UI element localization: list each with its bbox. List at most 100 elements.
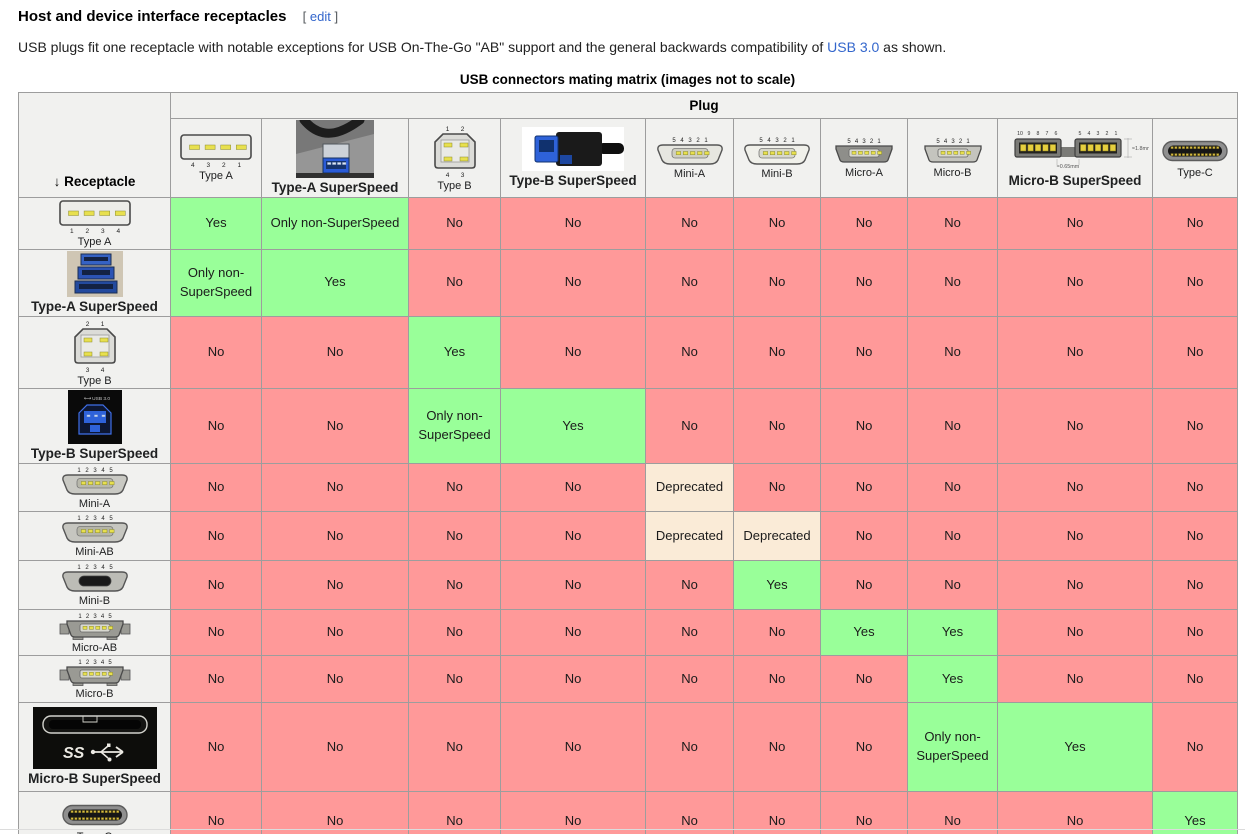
matrix-cell: Yes [998,703,1153,792]
svg-text:⟷ USB 3.0: ⟷ USB 3.0 [83,396,109,402]
type-b-superspeed-receptacle-image[interactable]: ⟷ USB 3.0 Type-B SuperSpeed [21,390,168,462]
type-a-plug-image[interactable]: 4321Type A [173,133,259,183]
svg-text:4: 4 [101,468,105,474]
table-caption: USB connectors mating matrix (images not… [18,72,1237,87]
svg-text:5: 5 [672,138,676,144]
type-a-superspeed-receptacle-image[interactable]: Type-A SuperSpeed [21,251,168,315]
intro-text-after: as shown. [883,39,946,55]
usb3-link[interactable]: USB 3.0 [827,39,879,55]
column-header-type-a-superspeed: Type-A SuperSpeed [262,119,409,198]
matrix-cell: No [262,512,409,561]
svg-text:3: 3 [93,614,97,620]
svg-text:3: 3 [460,172,464,179]
svg-text:2: 2 [85,228,89,235]
column-header-mini-a: 54321 Mini-A [646,119,734,198]
svg-text:5: 5 [847,139,851,145]
edit-link[interactable]: edit [310,9,331,24]
svg-text:1: 1 [100,321,104,328]
svg-text:1: 1 [77,516,81,522]
svg-text:2: 2 [85,660,89,666]
mating-table: ↓ Receptacle Plug 4321Type A Type-A Supe… [18,92,1238,834]
svg-text:1: 1 [1115,131,1118,137]
micro-b-receptacle-image[interactable]: 12345 Micro-B [21,657,168,701]
type-b-receptacle-label: Type B [77,375,111,388]
matrix-cell: No [908,512,998,561]
matrix-cell: No [409,703,501,792]
mini-a-receptacle-image[interactable]: 12345 Mini-A [21,465,168,511]
matrix-cell: No [171,703,262,792]
svg-text:2: 2 [958,139,962,145]
section-heading: Host and device interface receptacles [ … [18,8,1237,25]
matrix-cell: No [908,250,998,317]
svg-text:3: 3 [93,660,97,666]
row-header-type-b: 21 34Type B [19,316,171,389]
intro-paragraph: USB plugs fit one receptacle with notabl… [18,39,1237,55]
micro-b-plug-image[interactable]: 54321 Micro-B [910,136,995,180]
matrix-cell: No [409,792,501,834]
matrix-cell: Only non-SuperSpeed [171,250,262,317]
matrix-cell: No [1153,316,1238,389]
svg-text:4: 4 [191,162,195,169]
svg-text:2: 2 [85,614,89,620]
svg-text:4: 4 [680,138,684,144]
row-header-mini-ab: 12345 Mini-AB [19,512,171,561]
wiki-page: Host and device interface receptacles [ … [0,0,1245,834]
column-header-type-b: 12 43Type B [409,119,501,198]
type-a-receptacle-image[interactable]: 1234Type A [21,199,168,249]
row-header-mini-a: 12345 Mini-A [19,463,171,512]
svg-text:4: 4 [855,139,859,145]
matrix-cell: No [646,561,734,610]
matrix-cell: No [171,792,262,834]
type-b-superspeed-plug-image[interactable]: Type-B SuperSpeed [503,127,643,189]
micro-a-plug-image[interactable]: 54321 Micro-A [823,136,905,180]
micro-ab-receptacle-image[interactable]: 12345 Micro-AB [21,611,168,655]
matrix-cell: No [646,792,734,834]
matrix-cell: Deprecated [646,512,734,561]
row-header-type-a-superspeed: Type-A SuperSpeed [19,250,171,317]
article-content: Host and device interface receptacles [ … [0,0,1245,834]
type-a-superspeed-plug-image[interactable]: Type-A SuperSpeed [264,120,406,196]
type-a-superspeed-receptacle-label: Type-A SuperSpeed [31,299,158,315]
svg-text:1: 1 [877,139,881,145]
matrix-cell: No [998,197,1153,250]
svg-text:4: 4 [445,172,449,179]
column-header-mini-b: 54321 Mini-B [734,119,821,198]
matrix-cell: No [998,389,1153,464]
svg-text:6: 6 [1055,131,1058,137]
matrix-cell: No [908,389,998,464]
mini-b-receptacle-image[interactable]: 12345 Mini-B [21,562,168,608]
matrix-cell: No [409,250,501,317]
svg-text:1: 1 [78,614,82,620]
matrix-cell: No [409,197,501,250]
svg-text:4: 4 [100,660,104,666]
micro-b-plug-label: Micro-B [934,167,972,180]
mini-b-plug-image[interactable]: 54321 Mini-B [736,135,818,181]
mini-a-plug-image[interactable]: 54321 Mini-A [648,135,731,181]
matrix-cell: No [1153,609,1238,656]
matrix-cell: No [821,512,908,561]
matrix-cell: No [998,792,1153,834]
mini-ab-receptacle-image[interactable]: 12345 Mini-AB [21,513,168,559]
matrix-cell: No [734,197,821,250]
matrix-cell: No [908,561,998,610]
plug-axis-header: Plug [171,93,1238,119]
matrix-cell: No [1153,703,1238,792]
matrix-cell: No [998,609,1153,656]
svg-text:2: 2 [85,565,89,571]
svg-text:5: 5 [109,565,113,571]
svg-text:5: 5 [936,139,940,145]
matrix-cell: No [171,463,262,512]
micro-b-receptacle-label: Micro-B [76,688,114,701]
micro-b-superspeed-receptacle-image[interactable]: SS Micro-B SuperSpeed [21,707,168,787]
type-b-receptacle-image[interactable]: 21 34Type B [21,318,168,388]
mini-ab-receptacle-label: Mini-AB [75,546,114,559]
type-b-plug-image[interactable]: 12 43Type B [411,123,498,193]
svg-text:3: 3 [206,162,210,169]
micro-b-superspeed-plug-image[interactable]: 10987654321 ≈1.8mm ≈0.65mmMicro-B SuperS… [1000,127,1150,189]
column-header-type-c: Type-C [1153,119,1238,198]
svg-text:1: 1 [69,228,73,235]
matrix-cell: No [998,561,1153,610]
receptacle-axis-header: ↓ Receptacle [19,93,171,198]
matrix-cell: Yes [821,609,908,656]
type-c-plug-image[interactable]: Type-C [1155,136,1235,180]
